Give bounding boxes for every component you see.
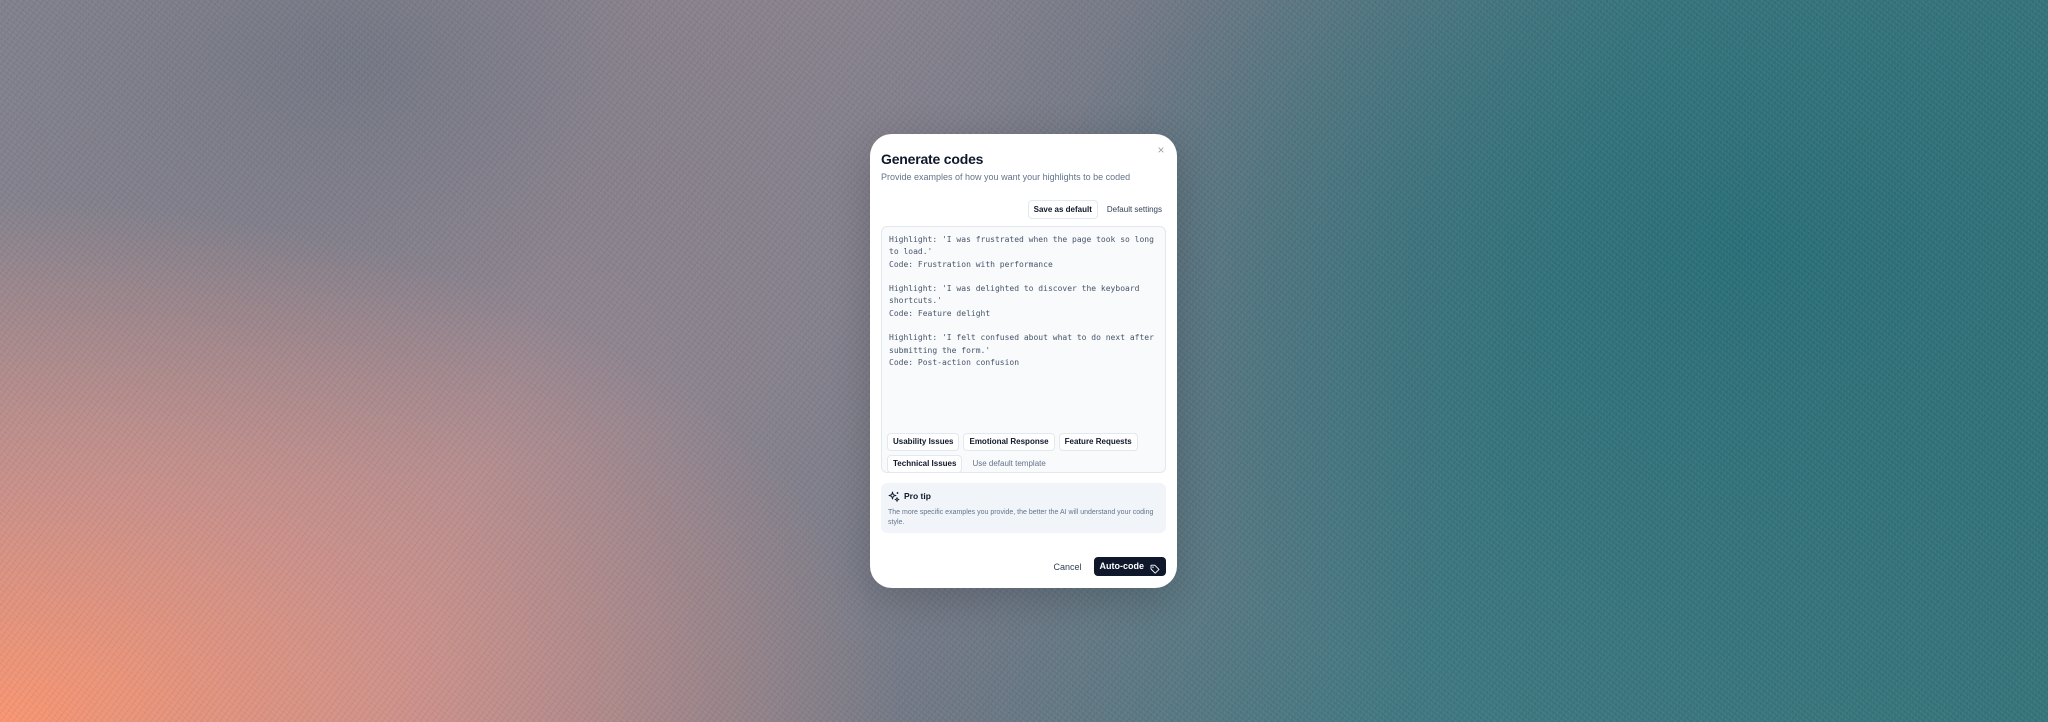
template-chip-feature-requests[interactable]: Feature Requests — [1058, 433, 1138, 451]
examples-textarea[interactable]: Highlight: 'I was frustrated when the pa… — [881, 226, 1166, 473]
tag-icon — [1150, 562, 1160, 574]
template-chip-emotional-response[interactable]: Emotional Response — [963, 433, 1055, 451]
pro-tip-title: Pro tip — [904, 491, 931, 501]
dialog-subtitle: Provide examples of how you want your hi… — [881, 172, 1131, 182]
cancel-button[interactable]: Cancel — [1047, 558, 1087, 576]
template-chip-usability-issues[interactable]: Usability Issues — [887, 433, 960, 451]
sparkles-icon — [888, 490, 900, 502]
pro-tip-box: Pro tip The more specific examples you p… — [881, 483, 1166, 533]
pro-tip-header: Pro tip — [888, 490, 931, 502]
dialog-footer: Cancel Auto-code — [1047, 557, 1166, 576]
pro-tip-text: The more specific examples you provide, … — [888, 509, 1154, 526]
save-as-default-button[interactable]: Save as default — [1027, 200, 1098, 219]
template-chip-technical-issues[interactable]: Technical Issues — [887, 455, 963, 473]
examples-text[interactable]: Highlight: 'I was frustrated when the pa… — [889, 234, 1159, 369]
generate-codes-dialog: × Generate codes Provide examples of how… — [870, 134, 1177, 588]
default-settings-button[interactable]: Default settings — [1101, 200, 1168, 219]
dialog-title: Generate codes — [881, 151, 984, 167]
close-icon[interactable]: × — [1153, 142, 1169, 158]
auto-code-label: Auto-code — [1099, 561, 1145, 571]
top-actions: Save as default Default settings — [1027, 200, 1168, 219]
auto-code-button[interactable]: Auto-code — [1093, 557, 1166, 576]
use-default-template-button[interactable]: Use default template — [966, 455, 1051, 473]
template-chips: Usability Issues Emotional Response Feat… — [887, 433, 1159, 473]
